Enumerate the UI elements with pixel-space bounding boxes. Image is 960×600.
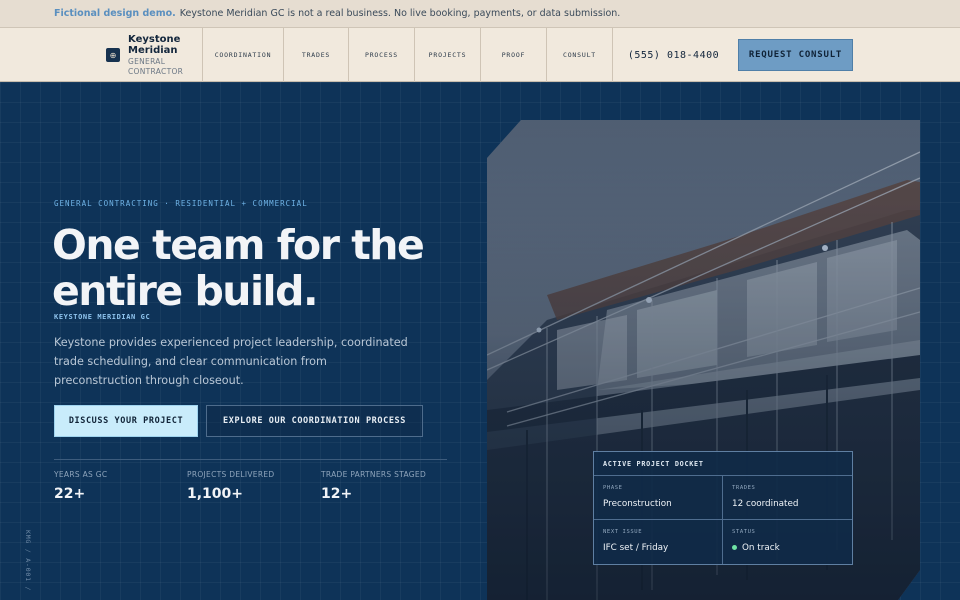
docket-label: Status [732,529,756,535]
stat-label: Projects delivered [187,470,275,479]
request-consult-button[interactable]: REQUEST CONSULT [738,39,853,71]
stat-value: 12+ [321,486,353,502]
discuss-project-button[interactable]: DISCUSS YOUR PROJECT [54,405,198,437]
docket-value: Preconstruction [603,499,672,509]
project-docket-card: ACTIVE PROJECT DOCKET Phase Preconstruct… [593,451,853,565]
stats-divider [54,459,447,460]
nav-consult[interactable]: CONSULT [546,28,612,82]
docket-cell-status: Status On track [723,520,852,564]
hero-kicker: KEYSTONE MERIDIAN GC [54,313,151,321]
nav-process[interactable]: PROCESS [348,28,414,82]
phone-link[interactable]: (555) 018-4400 [612,28,734,82]
docket-label: Phase [603,485,623,491]
hero-lede: Keystone provides experienced project le… [54,336,408,387]
demo-notice-bar: Fictional design demo. Keystone Meridian… [0,0,960,28]
notice-text: Keystone Meridian GC is not a real busin… [179,8,621,19]
stat-value: 1,100+ [187,486,244,502]
stat-value: 22+ [54,486,86,502]
stat-trades: Trade partners staged 12+ [321,470,426,502]
brand-name-line2: Meridian [128,45,178,56]
docket-value: IFC set / Friday [603,543,669,553]
docket-cell-next-issue: Next issue IFC set / Friday [594,520,723,564]
headline-line1: One team for the [52,221,425,269]
stat-label: Years as GC [54,470,108,479]
docket-label: Trades [732,485,756,491]
hero-eyebrow: GENERAL CONTRACTING · RESIDENTIAL + COMM… [54,199,308,208]
notice-lead: Fictional design demo. [54,8,176,19]
docket-title: ACTIVE PROJECT DOCKET [594,452,852,476]
nav-projects[interactable]: PROJECTS [414,28,480,82]
brand-logo[interactable]: ⊕ Keystone Meridian General Contractor [106,28,202,82]
explore-process-button[interactable]: EXPLORE OUR COORDINATION PROCESS [206,405,423,437]
drawing-sheet-mark: KMG / A-001 / [24,530,32,592]
docket-cell-trades: Trades 12 coordinated [723,476,852,520]
docket-cell-phase: Phase Preconstruction [594,476,723,520]
brand-name-line1: Keystone [128,34,181,45]
brand-sub-line2: Contractor [128,67,184,76]
stat-years: Years as GC 22+ [54,470,107,502]
plus-circle-icon: ⊕ [106,48,120,62]
nav-proof[interactable]: PROOF [480,28,546,82]
nav-trades[interactable]: TRADES [283,28,348,82]
stat-label: Trade partners staged [321,470,427,479]
docket-value: 12 coordinated [732,499,799,509]
status-dot-icon [732,545,737,550]
docket-label: Next issue [603,529,643,535]
headline-line2: entire build. [52,267,319,315]
nav-coordination[interactable]: COORDINATION [202,28,283,82]
brand-sub-line1: General [128,57,166,66]
hero-headline: One team for the entire build. [52,222,472,314]
docket-value-status: On track [732,543,843,553]
status-text: On track [742,543,780,553]
stat-projects: Projects delivered 1,100+ [187,470,274,502]
